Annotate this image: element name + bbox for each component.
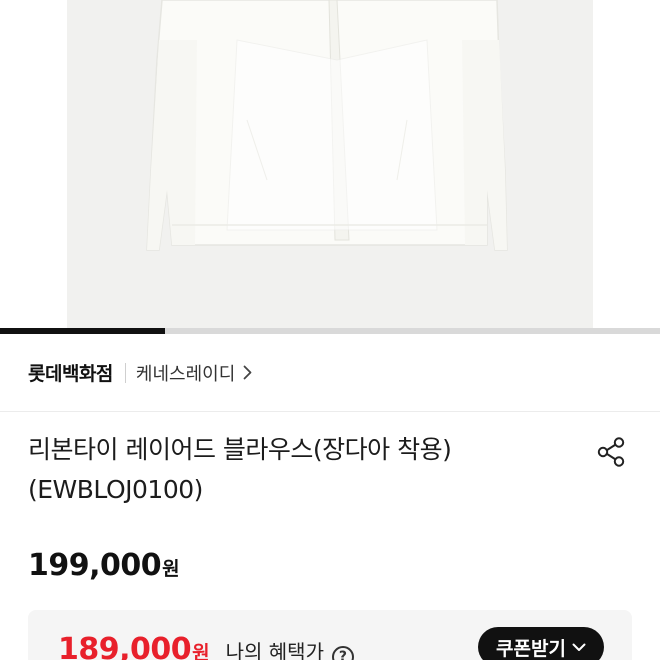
original-price: 199,000 원: [28, 548, 180, 583]
help-icon[interactable]: ?: [331, 646, 354, 660]
chevron-down-icon: [572, 643, 586, 652]
product-title-line-1: 리본타이 레이어드 블라우스(장다아 착용): [28, 435, 452, 464]
store-name[interactable]: 롯데백화점: [28, 359, 113, 386]
chevron-right-icon: [243, 365, 252, 380]
benefit-price-label: 나의 혜택가: [225, 640, 324, 660]
benefit-price-value: 189,000: [58, 632, 192, 660]
share-button[interactable]: [594, 435, 628, 469]
get-coupon-button[interactable]: 쿠폰받기: [478, 627, 604, 660]
brand-link[interactable]: 케네스레이디: [136, 360, 252, 386]
get-coupon-label: 쿠폰받기: [496, 637, 566, 660]
product-image-area[interactable]: [0, 0, 660, 328]
share-icon: [597, 437, 625, 467]
original-price-value: 199,000: [28, 548, 162, 583]
blouse-photo: [146, 0, 508, 251]
brand-row: 롯데백화점 케네스레이디: [0, 334, 660, 412]
product-page: 롯데백화점 케네스레이디 리본타이 레이어드 블라우스(장다아 착용) (EWB…: [0, 0, 660, 660]
brand-name: 케네스레이디: [135, 363, 236, 385]
benefit-price-row: 189,000 원 나의 혜택가 ?: [58, 632, 354, 660]
brand-divider: [124, 362, 126, 383]
original-price-currency: 원: [162, 558, 180, 580]
benefit-price-box: 189,000 원 나의 혜택가 ? 쿠폰받기: [28, 610, 632, 660]
product-title-line-2: (EWBLOJ0100): [28, 475, 203, 504]
benefit-price-currency: 원: [192, 642, 210, 660]
product-title: 리본타이 레이어드 블라우스(장다아 착용) (EWBLOJ0100): [28, 430, 588, 510]
